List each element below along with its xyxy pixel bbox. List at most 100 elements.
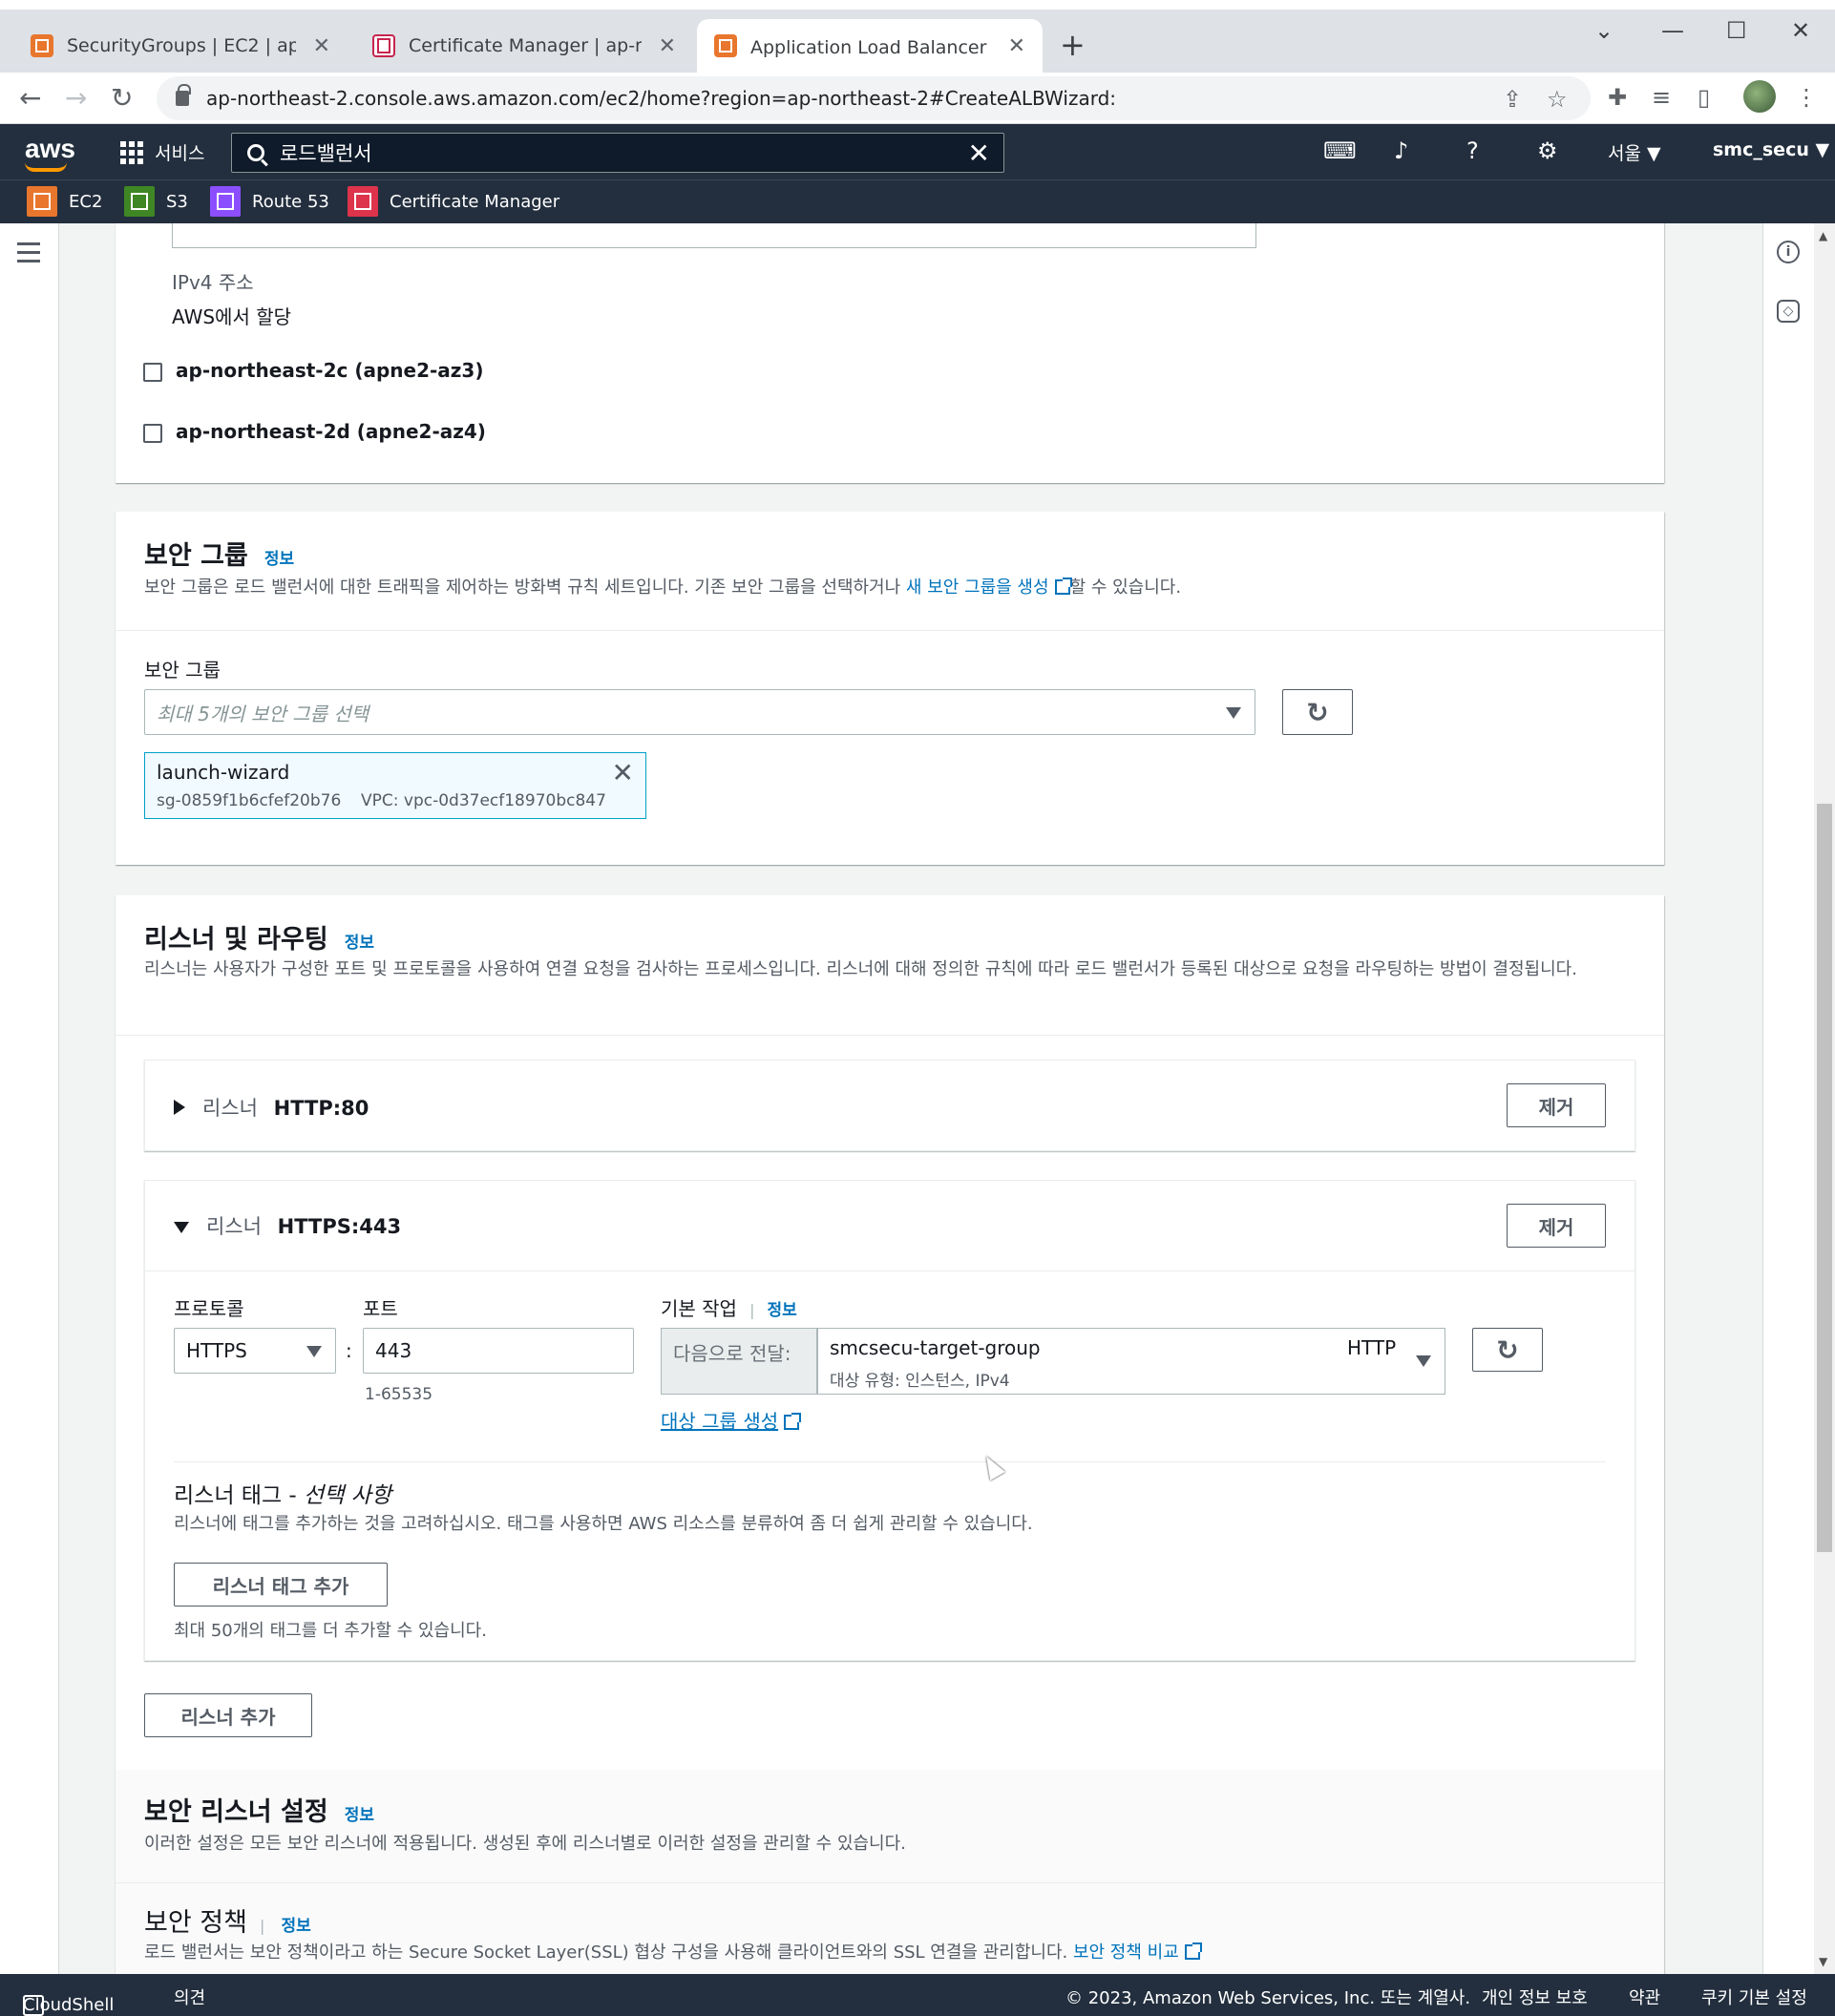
maximize-icon[interactable]: ☐ bbox=[1726, 17, 1747, 44]
tag-limit-hint: 최대 50개의 태그를 더 추가할 수 있습니다. bbox=[174, 1621, 487, 1641]
close-icon[interactable]: ✕ bbox=[1008, 34, 1025, 58]
add-listener-button[interactable]: 리스너 추가 bbox=[144, 1693, 312, 1737]
reload-icon[interactable]: ↻ bbox=[111, 82, 133, 114]
caret-down-icon bbox=[174, 1222, 189, 1233]
security-group-select[interactable]: 최대 5개의 보안 그룹 선택 bbox=[144, 689, 1255, 735]
protocol-select[interactable]: HTTPS bbox=[174, 1328, 336, 1374]
terms-link[interactable]: 약관 bbox=[1629, 1984, 1660, 2009]
subnet-select[interactable] bbox=[172, 223, 1256, 248]
profile-avatar[interactable] bbox=[1743, 80, 1776, 113]
section-title: 보안 그룹 bbox=[144, 541, 248, 571]
refresh-target-groups-button[interactable]: ↻ bbox=[1472, 1328, 1543, 1372]
security-policy-header: 보안 정책 | 정보 bbox=[144, 1908, 311, 1938]
favorite-route53[interactable]: Route 53 bbox=[210, 186, 329, 217]
external-link-icon bbox=[1184, 1942, 1202, 1960]
close-icon[interactable]: ✕ bbox=[659, 34, 676, 58]
tab-security-groups[interactable]: SecurityGroups | EC2 | ap-northe ✕ bbox=[13, 19, 348, 73]
target-group-name: smcsecu-target-group bbox=[830, 1336, 1041, 1359]
console-footer: CloudShell 의견 © 2023, Amazon Web Service… bbox=[0, 1974, 1835, 2016]
search-icon bbox=[247, 144, 264, 161]
az-option-2c[interactable]: ap-northeast-2c (apne2-az3) bbox=[143, 359, 483, 382]
listener-toggle[interactable]: 리스너 HTTP:80 bbox=[174, 1093, 369, 1122]
feedback-link[interactable]: 의견 bbox=[174, 1984, 205, 2009]
notifications-bell-icon[interactable]: ♪ bbox=[1394, 137, 1408, 164]
dropdown-caret-icon bbox=[1226, 707, 1241, 719]
tab-search-icon[interactable]: ⌄ bbox=[1594, 17, 1614, 44]
new-tab-icon[interactable]: + bbox=[1060, 27, 1086, 63]
help-icon[interactable]: ? bbox=[1466, 137, 1479, 164]
tab-title: Certificate Manager | ap-northe bbox=[409, 35, 642, 56]
close-icon[interactable]: ✕ bbox=[313, 34, 330, 58]
browser-toolbar: ← → ↻ ap-northeast-2.console.aws.amazon.… bbox=[0, 73, 1835, 124]
compare-policies-link[interactable]: 보안 정책 비교 bbox=[1073, 1942, 1179, 1963]
scroll-down-icon[interactable]: ▼ bbox=[1819, 1955, 1827, 1968]
back-icon[interactable]: ← bbox=[19, 82, 41, 114]
window-close-icon[interactable]: ✕ bbox=[1791, 17, 1810, 44]
info-panel-icon[interactable]: i bbox=[1777, 241, 1800, 263]
listener-toggle[interactable]: 리스너 HTTPS:443 bbox=[174, 1211, 401, 1240]
certificate-favicon-icon bbox=[372, 34, 395, 57]
secure-listener-section: 보안 리스너 설정 정보 이러한 설정은 모든 보안 리스너에 적용됩니다. 생… bbox=[116, 1770, 1664, 1974]
remove-listener-button[interactable]: 제거 bbox=[1507, 1204, 1606, 1248]
remove-listener-button[interactable]: 제거 bbox=[1507, 1083, 1606, 1127]
address-bar[interactable]: ap-northeast-2.console.aws.amazon.com/ec… bbox=[157, 76, 1591, 120]
favorite-ec2[interactable]: EC2 bbox=[27, 186, 102, 217]
scrollbar-thumb[interactable] bbox=[1817, 804, 1832, 1552]
favorite-s3[interactable]: S3 bbox=[124, 186, 188, 217]
account-menu[interactable]: smc_secu ▼ bbox=[1713, 139, 1829, 160]
target-group-select[interactable]: smcsecu-target-group 대상 유형: 인스턴스, IPv4 H… bbox=[817, 1328, 1445, 1395]
remove-token-icon[interactable]: ✕ bbox=[612, 757, 634, 788]
info-link[interactable]: 정보 bbox=[264, 550, 294, 569]
bookmark-star-icon[interactable]: ☆ bbox=[1547, 86, 1568, 113]
scroll-up-icon[interactable]: ▲ bbox=[1819, 229, 1827, 242]
browser-menu-icon[interactable]: ⋮ bbox=[1795, 84, 1818, 111]
hamburger-menu-icon[interactable] bbox=[17, 242, 40, 268]
cloudshell-icon[interactable]: ⌨ bbox=[1323, 137, 1357, 164]
minimize-icon[interactable]: — bbox=[1661, 17, 1684, 44]
extensions-icon[interactable]: ✚ bbox=[1608, 84, 1627, 111]
refresh-security-groups-button[interactable]: ↻ bbox=[1282, 689, 1353, 735]
console-search-input[interactable]: 로드밸런서 ✕ bbox=[231, 133, 1004, 173]
media-control-icon[interactable]: ≡ bbox=[1652, 84, 1671, 111]
services-menu-label[interactable]: 서비스 bbox=[155, 139, 204, 165]
region-selector[interactable]: 서울 ▼ bbox=[1608, 139, 1661, 165]
privacy-link[interactable]: 개인 정보 보호 bbox=[1482, 1984, 1588, 2009]
info-link[interactable]: 정보 bbox=[345, 934, 374, 953]
listener-name: HTTPS:443 bbox=[277, 1215, 402, 1238]
page-scrollbar[interactable]: ▲ ▼ bbox=[1814, 223, 1835, 1974]
tab-create-alb[interactable]: Application Load Balancer 생성 ✕ bbox=[697, 19, 1043, 73]
add-listener-tag-button[interactable]: 리스너 태그 추가 bbox=[174, 1563, 388, 1606]
clear-search-icon[interactable]: ✕ bbox=[968, 137, 990, 169]
default-action-header: 기본 작업 | 정보 bbox=[661, 1297, 797, 1320]
info-link[interactable]: 정보 bbox=[768, 1301, 797, 1320]
certificate-manager-icon bbox=[348, 186, 378, 217]
info-link[interactable]: 정보 bbox=[282, 1917, 311, 1936]
az-checkbox[interactable] bbox=[143, 362, 162, 382]
ipv4-label: IPv4 주소 bbox=[172, 271, 254, 294]
s3-icon bbox=[124, 186, 155, 217]
search-value: 로드밸런서 bbox=[280, 142, 372, 165]
side-panel-icon[interactable]: ▯ bbox=[1698, 84, 1710, 111]
cookie-preferences-link[interactable]: 쿠키 기본 설정 bbox=[1701, 1984, 1807, 2009]
az-checkbox[interactable] bbox=[143, 423, 162, 443]
dropdown-caret-icon bbox=[306, 1346, 322, 1357]
services-grid-icon[interactable] bbox=[120, 141, 143, 164]
main-content: IPv4 주소 AWS에서 할당 ap-northeast-2c (apne2-… bbox=[59, 223, 1762, 1974]
tab-certificate-manager[interactable]: Certificate Manager | ap-northe ✕ bbox=[355, 19, 693, 73]
help-panel-icon[interactable]: ◇ bbox=[1777, 300, 1800, 323]
info-link[interactable]: 정보 bbox=[345, 1806, 374, 1825]
create-security-group-link[interactable]: 새 보안 그룹을 생성 bbox=[906, 578, 1049, 598]
refresh-icon: ↻ bbox=[1306, 696, 1329, 728]
divider bbox=[116, 1882, 1664, 1883]
forward-icon[interactable]: → bbox=[65, 82, 87, 114]
ec2-favicon-icon bbox=[31, 34, 53, 57]
az-option-2d[interactable]: ap-northeast-2d (apne2-az4) bbox=[143, 420, 486, 443]
favorite-certificate-manager[interactable]: Certificate Manager bbox=[348, 186, 559, 217]
share-icon[interactable]: ⇪ bbox=[1503, 86, 1522, 113]
port-input[interactable]: 443 bbox=[363, 1328, 634, 1374]
aws-logo[interactable]: aws bbox=[25, 134, 75, 172]
section-title: 보안 리스너 설정 bbox=[144, 1797, 328, 1827]
settings-gear-icon[interactable]: ⚙ bbox=[1537, 137, 1558, 164]
create-target-group-link[interactable]: 대상 그룹 생성 bbox=[661, 1406, 802, 1434]
listener-https-443: 리스너 HTTPS:443 제거 프로토콜 HTTPS : 포트 443 1-6… bbox=[144, 1180, 1635, 1661]
